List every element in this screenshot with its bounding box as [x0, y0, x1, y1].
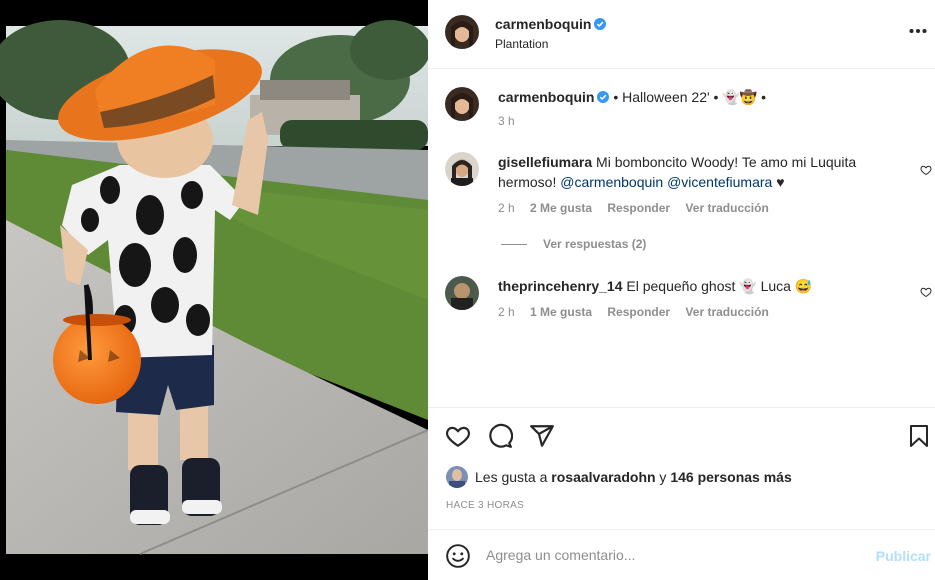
likes-prefix: Les gusta a — [475, 469, 552, 485]
caption-text-line: carmenboquin • Halloween 22' • 👻🤠 • — [498, 87, 766, 107]
post-caption: carmenboquin • Halloween 22' • 👻🤠 • 3 h — [428, 84, 935, 134]
comment-meta: 2 h 1 Me gusta Responder Ver traducción — [498, 305, 781, 319]
more-options-icon[interactable] — [909, 28, 927, 34]
post-photo[interactable] — [0, 0, 428, 580]
comment-like-heart-icon[interactable] — [920, 164, 932, 176]
commenter-username[interactable]: gisellefiumara — [498, 154, 592, 170]
commenter-avatar[interactable] — [445, 276, 479, 310]
photo-illustration — [0, 0, 428, 580]
verified-badge-icon — [594, 18, 607, 30]
translate-button[interactable]: Ver traducción — [685, 201, 768, 215]
comment-likes[interactable]: 1 Me gusta — [530, 305, 592, 319]
save-bookmark-icon[interactable] — [907, 423, 931, 449]
mention-link[interactable]: @vicentefiumara — [667, 174, 772, 190]
likes-mid: y — [655, 469, 671, 485]
post-actions: Les gusta a rosaalvaradohn y 146 persona… — [428, 407, 935, 529]
translate-button[interactable]: Ver traducción — [685, 305, 768, 319]
publish-button[interactable]: Publicar — [876, 548, 931, 564]
liked-by-username[interactable]: rosaalvaradohn — [551, 469, 655, 485]
comment-text-end: ♥ — [772, 174, 785, 190]
comment-time[interactable]: 2 h — [498, 305, 515, 319]
likes-count[interactable]: 146 personas más — [670, 469, 791, 485]
reply-button[interactable]: Responder — [607, 305, 670, 319]
reply-button[interactable]: Responder — [607, 201, 670, 215]
commenter-username[interactable]: theprincehenry_14 — [498, 278, 623, 294]
comment-item: gisellefiumara Mi bomboncito Woody! Te a… — [428, 152, 935, 232]
replies-divider — [501, 244, 527, 246]
comment-text-block: theprincehenry_14 El pequeño ghost 👻 Luc… — [498, 276, 812, 296]
comment-bubble-icon[interactable] — [487, 423, 513, 449]
like-heart-icon[interactable] — [445, 423, 471, 449]
author-avatar[interactable] — [445, 15, 479, 49]
author-username[interactable]: carmenboquin — [495, 16, 591, 32]
view-replies-button[interactable]: Ver respuestas (2) — [501, 237, 646, 251]
comment-text-block: gisellefiumara Mi bomboncito Woody! Te a… — [498, 152, 898, 192]
caption-meta: 3 h — [498, 114, 527, 128]
comment-composer: Publicar — [428, 529, 935, 580]
comment-item: theprincehenry_14 El pequeño ghost 👻 Luc… — [428, 276, 935, 326]
post-panel: carmenboquin Plantation carmenboquin • H… — [428, 0, 935, 580]
post-time-ago[interactable]: HACE 3 HORAS — [446, 500, 524, 511]
caption-author-avatar[interactable] — [445, 87, 479, 121]
comment-likes[interactable]: 2 Me gusta — [530, 201, 592, 215]
comment-meta: 2 h 2 Me gusta Responder Ver traducción — [498, 201, 781, 215]
caption-text: • Halloween 22' • 👻🤠 • — [609, 89, 766, 105]
comment-like-heart-icon[interactable] — [920, 286, 932, 298]
post-location[interactable]: Plantation — [495, 37, 548, 51]
liker-avatar[interactable] — [446, 466, 468, 488]
view-replies-label: Ver respuestas (2) — [543, 237, 647, 251]
likes-summary: Les gusta a rosaalvaradohn y 146 persona… — [475, 469, 792, 485]
mention-link[interactable]: @carmenboquin — [560, 174, 663, 190]
post-header: carmenboquin Plantation — [428, 0, 935, 69]
verified-badge-icon — [597, 91, 610, 103]
caption-author-username[interactable]: carmenboquin — [498, 89, 594, 105]
comment-input[interactable] — [486, 544, 866, 566]
comment-time[interactable]: 2 h — [498, 201, 515, 215]
commenter-avatar[interactable] — [445, 152, 479, 186]
comment-text: El pequeño ghost 👻 Luca 😅 — [622, 278, 813, 294]
emoji-icon[interactable] — [445, 543, 471, 569]
share-send-icon[interactable] — [529, 423, 555, 449]
caption-time[interactable]: 3 h — [498, 114, 515, 128]
